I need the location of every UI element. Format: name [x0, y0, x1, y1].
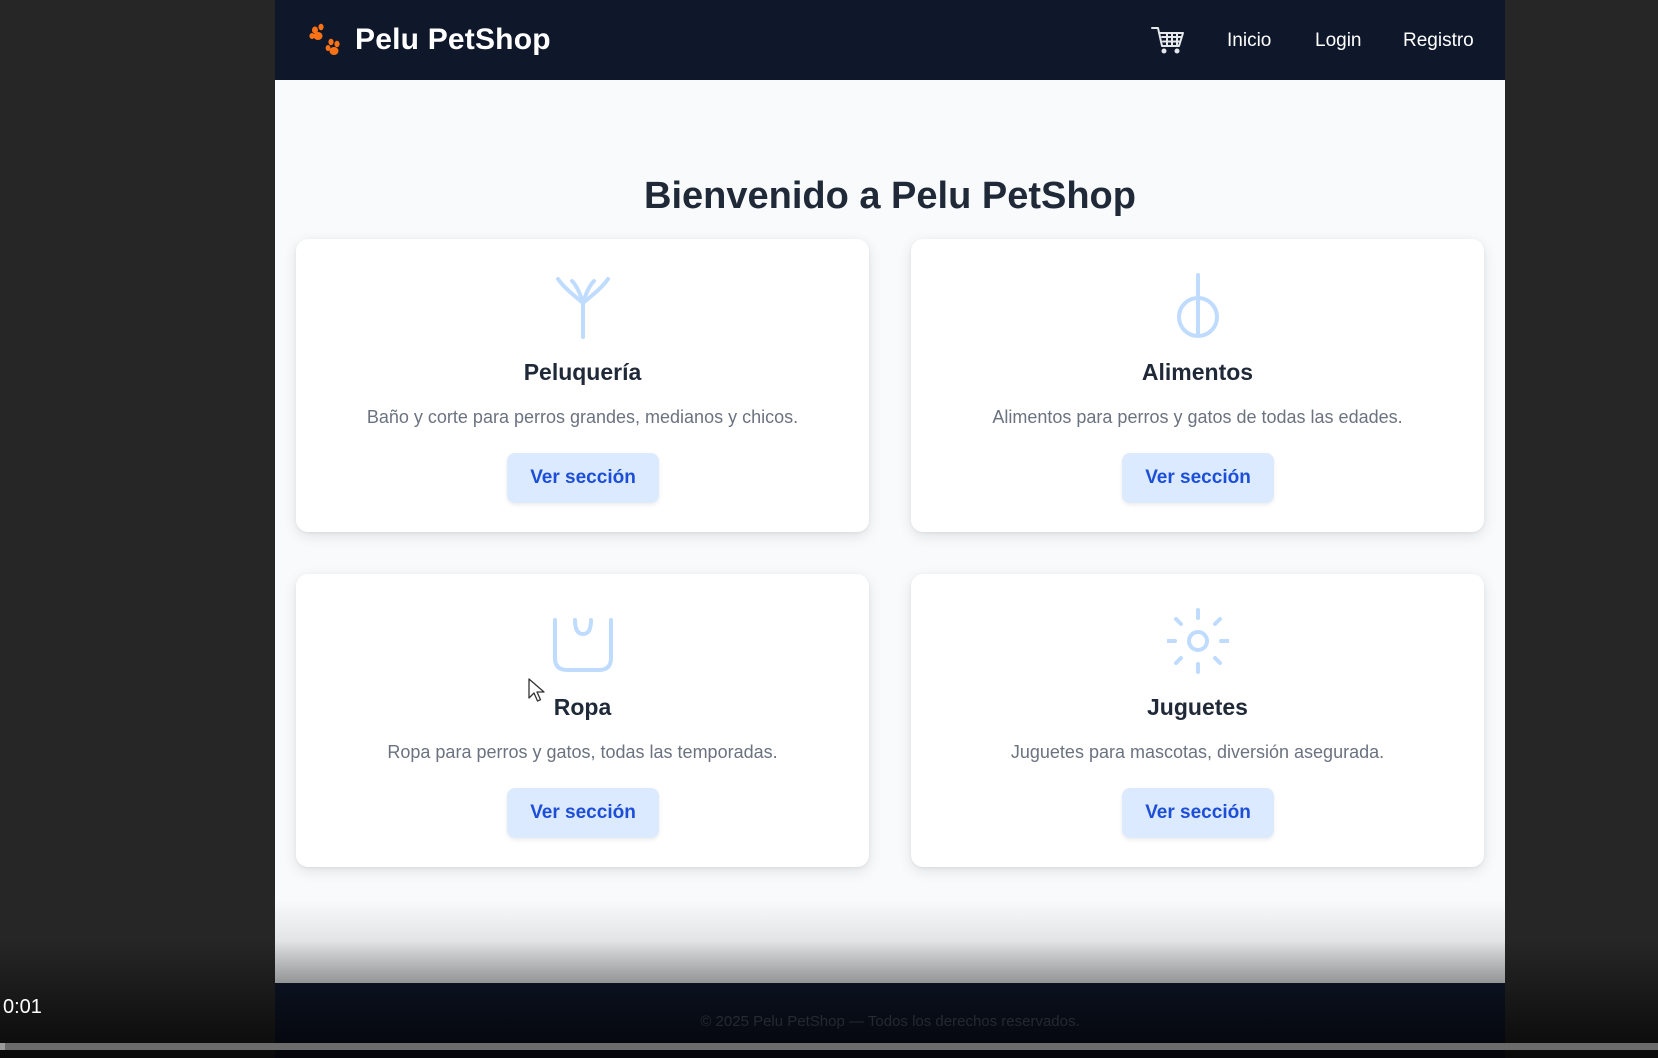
- ver-seccion-button-peluqueria[interactable]: Ver sección: [507, 453, 659, 503]
- nav-link-login[interactable]: Login: [1315, 0, 1362, 80]
- service-card-juguetes: Juguetes Juguetes para mascotas, diversi…: [911, 574, 1484, 867]
- cart-icon[interactable]: [1150, 24, 1186, 56]
- nav-link-registro[interactable]: Registro: [1403, 0, 1474, 80]
- scissors-icon: [556, 277, 610, 339]
- ver-seccion-button-ropa[interactable]: Ver sección: [507, 788, 659, 838]
- food-icon: [1177, 273, 1219, 338]
- ver-seccion-button-juguetes[interactable]: Ver sección: [1122, 788, 1274, 838]
- card-title: Ropa: [553, 694, 612, 720]
- card-description: Ropa para perros y gatos, todas las temp…: [387, 742, 778, 762]
- mouse-cursor-icon: [528, 678, 545, 702]
- card-description: Juguetes para mascotas, diversión asegur…: [1010, 742, 1385, 762]
- page-title: Bienvenido a Pelu PetShop: [644, 175, 1136, 218]
- nav-link-inicio[interactable]: Inicio: [1227, 0, 1271, 80]
- card-title: Juguetes: [1147, 694, 1248, 720]
- service-card-ropa: Ropa Ropa para perros y gatos, todas las…: [296, 574, 869, 867]
- browser-page: Pelu PetShop Inicio Login Registro Bienv…: [275, 0, 1505, 1058]
- shirt-icon: [553, 618, 613, 672]
- service-card-alimentos: Alimentos Alimentos para perros y gatos …: [911, 239, 1484, 532]
- video-timestamp: 0:01: [3, 996, 42, 1018]
- brand[interactable]: Pelu PetShop: [307, 0, 551, 80]
- video-progress-fill: [0, 1043, 5, 1050]
- bottom-fade: [275, 900, 1505, 983]
- sun-icon: [1167, 608, 1229, 674]
- card-title: Peluquería: [523, 359, 642, 385]
- brand-name: Pelu PetShop: [355, 23, 551, 56]
- card-description: Alimentos para perros y gatos de todas l…: [992, 407, 1403, 427]
- service-card-peluqueria: Peluquería Baño y corte para perros gran…: [296, 239, 869, 532]
- ver-seccion-button-alimentos[interactable]: Ver sección: [1122, 453, 1274, 503]
- video-progress-bar[interactable]: [0, 1043, 1658, 1050]
- card-description: Baño y corte para perros grandes, median…: [366, 407, 799, 427]
- card-title: Alimentos: [1141, 359, 1254, 385]
- paw-icon: [309, 23, 340, 55]
- navbar: Pelu PetShop Inicio Login Registro: [275, 0, 1505, 80]
- footer-copyright: © 2025 Pelu PetShop — Todos los derechos…: [700, 1013, 1080, 1030]
